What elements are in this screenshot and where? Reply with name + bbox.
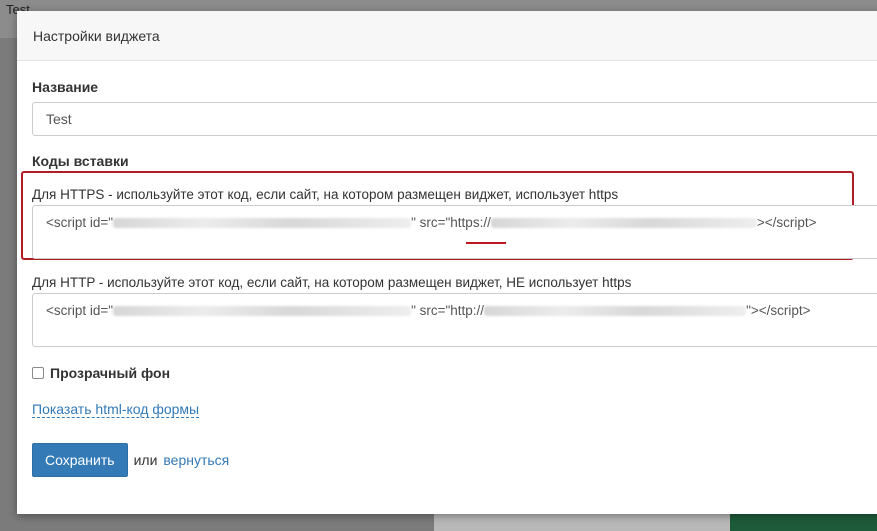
http-code-label: Для HTTP - используйте этот код, если са… <box>32 275 632 290</box>
transparent-background-row: Прозрачный фон <box>32 365 871 381</box>
show-form-code-row: Показать html-код формы <box>32 401 871 419</box>
widget-settings-modal: Настройки виджета Название Коды вставки … <box>17 11 877 514</box>
http-code-textarea[interactable]: <script id=" " src="http:// "></script> <box>32 293 877 347</box>
http-code-suffix: "></script> <box>746 303 811 318</box>
https-code-prefix: <script id=" <box>46 215 114 230</box>
show-form-code-link[interactable]: Показать html-код формы <box>32 401 200 418</box>
http-code-prefix: <script id=" <box>46 303 114 318</box>
transparent-background-label[interactable]: Прозрачный фон <box>50 365 170 381</box>
https-underline-annotation <box>466 242 506 244</box>
modal-body: Название Коды вставки Для HTTPS - исполь… <box>17 61 877 477</box>
redacted-id <box>113 306 412 317</box>
modal-header: Настройки виджета <box>17 11 877 61</box>
embed-codes-label: Коды вставки <box>32 153 129 169</box>
modal-title: Настройки виджета <box>33 27 160 44</box>
name-label: Название <box>32 79 99 95</box>
transparent-background-checkbox[interactable] <box>32 367 44 379</box>
https-code-suffix: ></script> <box>756 215 817 230</box>
https-code-mid: " src=" <box>411 215 451 230</box>
redacted-url <box>490 218 757 229</box>
save-button[interactable]: Сохранить <box>32 443 128 477</box>
modal-footer: Сохранить или вернуться <box>32 443 871 477</box>
or-text: или <box>133 452 158 468</box>
name-input[interactable] <box>32 102 877 136</box>
background-panel <box>434 514 730 531</box>
back-link[interactable]: вернуться <box>163 452 229 468</box>
https-code-block: Для HTTPS - используйте этот код, если с… <box>21 171 877 260</box>
redacted-id <box>113 218 412 229</box>
http-code-mid: " src="http:// <box>411 303 485 318</box>
https-code-scheme: https:// <box>450 215 491 230</box>
http-code-block: Для HTTP - используйте этот код, если са… <box>32 275 877 347</box>
background-accent-panel <box>730 514 877 531</box>
https-code-textarea[interactable]: <script id=" " src="https:// ></script> <box>32 205 877 259</box>
redacted-url <box>484 306 747 317</box>
